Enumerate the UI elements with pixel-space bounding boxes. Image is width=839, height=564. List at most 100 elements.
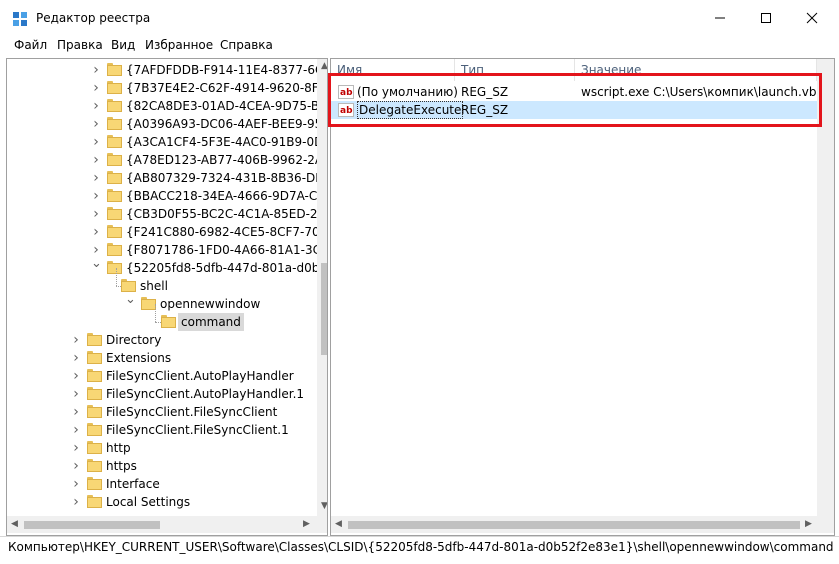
scroll-left-arrow-icon[interactable]: ◀ (11, 519, 18, 529)
tree-item[interactable]: ⌄ opennewwindow (7, 293, 317, 313)
scroll-down-arrow-icon[interactable]: ▼ (321, 501, 327, 511)
tree-item-label: http (106, 441, 131, 455)
tree-item[interactable]: command (7, 304, 317, 331)
tree-item-label: {82CA8DE3-01AD-4CEA-9D75-BE (126, 99, 327, 113)
tree-item[interactable]: › {7B37E4E2-C62F-4914-9620-8FB5 (7, 79, 327, 97)
tree-item-label: opennewwindow (160, 297, 261, 311)
expand-chevron-icon[interactable]: › (91, 187, 101, 205)
tree-item-label: {52205fd8-5dfb-447d-801a-d0b52 (126, 261, 328, 275)
registry-tree[interactable]: › {7AFDFDDB-F914-11E4-8377-6C3 › {7B37E4E2-… (6, 58, 328, 536)
list-horizontal-scroll-thumb[interactable] (348, 521, 800, 529)
tree-item[interactable]: › {CB3D0F55-BC2C-4C1A-85ED-23 (7, 205, 325, 223)
folder-icon (107, 225, 122, 239)
tree-item[interactable]: › Interface (7, 475, 317, 493)
menu-favorites[interactable]: Избранное (145, 38, 213, 52)
folder-icon (87, 495, 102, 509)
tree-item[interactable]: › Extensions (7, 349, 317, 367)
maximize-button[interactable] (743, 0, 789, 36)
tree-horizontal-scrollbar[interactable]: ◀ ▶ (7, 516, 317, 533)
folder-icon (87, 459, 102, 473)
tree-item[interactable]: › {AB807329-7324-431B-8B36-DBD (7, 169, 327, 187)
expand-chevron-icon[interactable]: › (91, 205, 101, 223)
values-list[interactable]: Имя Тип Значение ab (По умолчанию) REG_S… (330, 58, 835, 536)
scroll-up-arrow-icon[interactable]: ▲ (321, 61, 327, 71)
list-vertical-scrollbar[interactable] (817, 59, 834, 516)
close-button[interactable] (789, 0, 835, 36)
folder-icon (141, 297, 156, 311)
expand-chevron-icon[interactable]: › (71, 403, 81, 421)
folder-icon (107, 153, 122, 167)
tree-item[interactable]: › Directory (7, 331, 317, 349)
tree-item[interactable]: ⌄ {52205fd8-5dfb-447d-801a-d0b52 (7, 257, 327, 277)
folder-icon (107, 261, 122, 275)
folder-icon (107, 243, 122, 257)
tree-item[interactable]: › Local Settings (7, 493, 317, 511)
folder-icon (107, 63, 122, 77)
tree-item[interactable]: › FileSyncClient.AutoPlayHandler.1 (7, 385, 317, 403)
scroll-right-arrow-icon[interactable]: ▶ (303, 519, 310, 529)
tree-item-label: {A0396A93-DC06-4AEF-BEE9-95F (126, 117, 328, 131)
expand-chevron-icon[interactable]: › (91, 151, 101, 169)
tree-item-label: FileSyncClient.FileSyncClient.1 (106, 423, 289, 437)
tree-horizontal-scroll-thumb[interactable] (24, 521, 160, 529)
tree-item[interactable]: › {82CA8DE3-01AD-4CEA-9D75-BE (7, 97, 327, 115)
close-icon (806, 12, 818, 24)
expand-chevron-icon[interactable]: › (71, 367, 81, 385)
expand-chevron-icon[interactable]: › (71, 349, 81, 367)
folder-icon (87, 333, 102, 347)
tree-item-label: Directory (106, 333, 162, 347)
tree-item[interactable]: › FileSyncClient.FileSyncClient.1 (7, 421, 317, 439)
menu-file[interactable]: Файл (14, 38, 47, 52)
scroll-left-arrow-icon[interactable]: ◀ (335, 519, 342, 529)
expand-chevron-icon[interactable]: › (91, 133, 101, 151)
expand-chevron-icon[interactable]: › (91, 169, 101, 187)
tree-vertical-scrollbar[interactable]: ▲ ▼ (317, 59, 327, 516)
tree-item[interactable]: › FileSyncClient.FileSyncClient (7, 403, 317, 421)
expand-chevron-icon[interactable]: › (71, 475, 81, 493)
tree-item[interactable]: shell (7, 268, 317, 295)
expand-chevron-icon[interactable]: › (91, 79, 101, 97)
collapse-chevron-icon[interactable]: ⌄ (125, 293, 136, 313)
expand-chevron-icon[interactable]: › (71, 421, 81, 439)
tree-item[interactable]: › {F241C880-6982-4CE5-8CF7-7085 (7, 223, 327, 241)
tree-item[interactable]: › FileSyncClient.AutoPlayHandler (7, 367, 317, 385)
menu-edit[interactable]: Правка (57, 38, 103, 52)
tree-item[interactable]: › https (7, 457, 317, 475)
tree-item[interactable]: › {A3CA1CF4-5F3E-4AC0-91B9-0D (7, 133, 323, 151)
registry-editor-icon (12, 11, 28, 27)
tree-item-label: {BBACC218-34EA-4666-9D7A-C7 (126, 189, 325, 203)
tree-item[interactable]: › http (7, 439, 317, 457)
collapse-chevron-icon[interactable]: ⌄ (91, 257, 102, 277)
expand-chevron-icon[interactable]: › (91, 61, 101, 79)
menu-help[interactable]: Справка (220, 38, 273, 52)
expand-chevron-icon[interactable]: › (71, 457, 81, 475)
expand-chevron-icon[interactable]: › (71, 331, 81, 349)
tree-item-label: {7AFDFDDB-F914-11E4-8377-6C3 (126, 63, 328, 77)
expand-chevron-icon[interactable]: › (91, 115, 101, 133)
tree-item-label: {7B37E4E2-C62F-4914-9620-8FB5 (126, 81, 328, 95)
tree-item-label: command (178, 313, 244, 331)
menu-view[interactable]: Вид (111, 38, 135, 52)
tree-item-label: FileSyncClient.FileSyncClient (106, 405, 278, 419)
tree-item-label: shell (140, 279, 168, 293)
expand-chevron-icon[interactable]: › (71, 385, 81, 403)
expand-chevron-icon[interactable]: › (71, 493, 81, 511)
scroll-right-arrow-icon[interactable]: ▶ (805, 519, 812, 529)
folder-icon (87, 405, 102, 419)
tree-item-label: {A78ED123-AB77-406B-9962-2A5 (126, 153, 328, 167)
tree-item[interactable]: › {7AFDFDDB-F914-11E4-8377-6C3 (7, 61, 327, 79)
tree-item[interactable]: › {BBACC218-34EA-4666-9D7A-C7 (7, 187, 325, 205)
expand-chevron-icon[interactable]: › (91, 223, 101, 241)
highlight-annotation (328, 73, 822, 127)
tree-item[interactable]: › {F8071786-1FD0-4A66-81A1-3CB (7, 241, 327, 259)
tree-vertical-scroll-thumb[interactable] (321, 263, 327, 355)
tree-item[interactable]: › {A0396A93-DC06-4AEF-BEE9-95F (7, 115, 327, 133)
scrollbar-corner (817, 516, 834, 533)
menu-bar: Файл Правка Вид Избранное Справка (0, 36, 839, 56)
current-key-path: Компьютер\HKEY_CURRENT_USER\Software\Cla… (8, 540, 834, 554)
expand-chevron-icon[interactable]: › (71, 439, 81, 457)
expand-chevron-icon[interactable]: › (91, 97, 101, 115)
list-horizontal-scrollbar[interactable]: ◀ ▶ (331, 516, 817, 533)
tree-item[interactable]: › {A78ED123-AB77-406B-9962-2A5 (7, 151, 327, 169)
minimize-button[interactable] (697, 0, 743, 36)
